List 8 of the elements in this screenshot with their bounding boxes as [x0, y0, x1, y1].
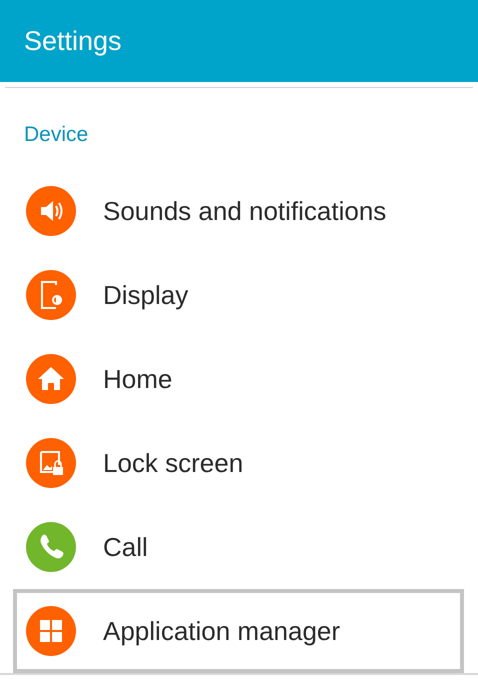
settings-item[interactable]: Lock screen [13, 421, 464, 505]
settings-item[interactable]: Application manager [13, 589, 464, 673]
settings-item[interactable]: Call [13, 505, 464, 589]
section-header: Device [24, 123, 90, 147]
settings-item[interactable]: Home [13, 337, 464, 421]
screen-title: Settings [24, 26, 122, 56]
settings-item[interactable]: Sounds and notifications [13, 169, 464, 253]
settings-item[interactable]: Display [13, 253, 464, 337]
